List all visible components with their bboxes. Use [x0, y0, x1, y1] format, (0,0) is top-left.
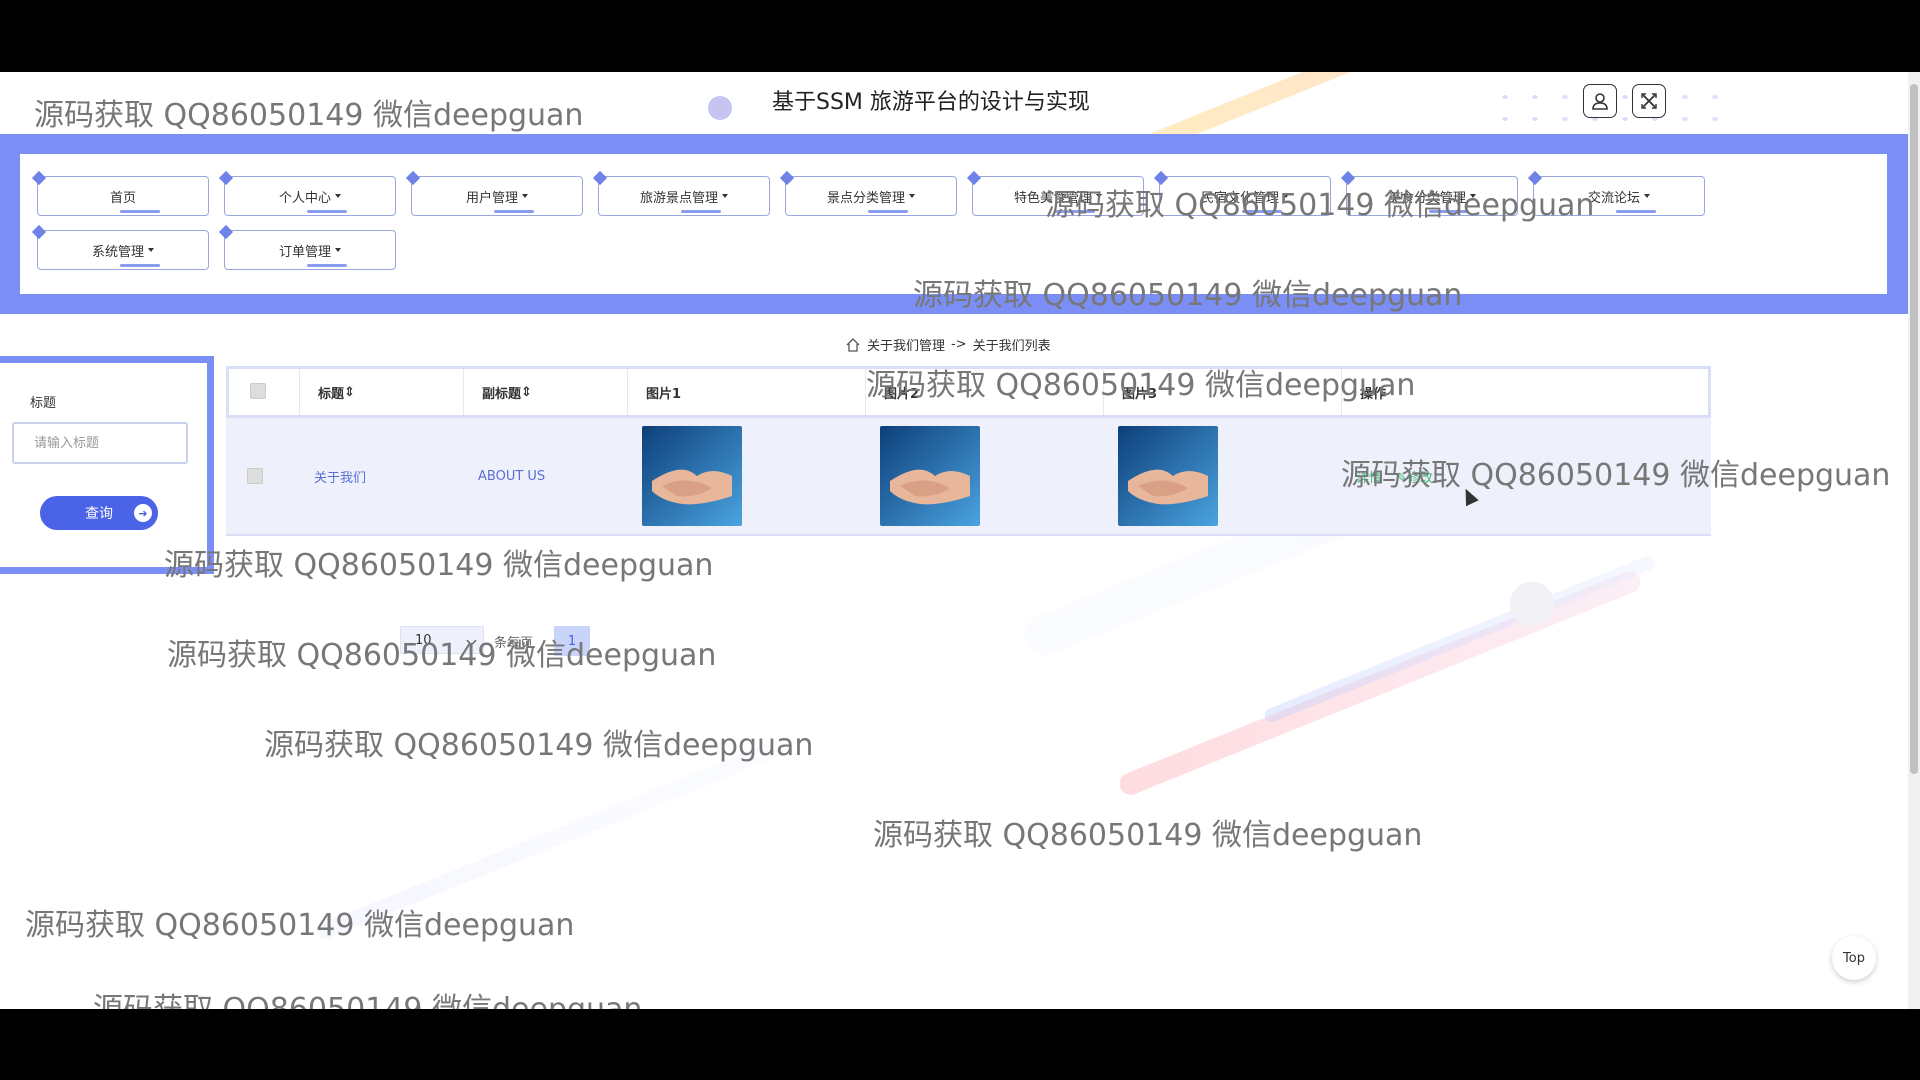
nav-item-label: 用户管理	[465, 190, 518, 206]
column-header-title[interactable]: 标题 ⇕	[299, 369, 463, 415]
chevron-down-icon	[466, 635, 477, 646]
nav-panel	[20, 154, 1887, 294]
row-checkbox[interactable]	[247, 468, 263, 484]
background-stripe	[1262, 553, 1658, 725]
cell-subtitle: ABOUT US	[478, 468, 546, 484]
nav-item[interactable]: 用户管理	[411, 176, 583, 216]
nav-item[interactable]: 系统管理	[37, 230, 209, 270]
close-button[interactable]	[1632, 84, 1666, 118]
handshake-photo[interactable]	[880, 426, 980, 526]
page-number-button[interactable]: 1	[554, 626, 590, 656]
breadcrumb: 关于我们管理 -> 关于我们列表	[845, 335, 1051, 354]
caret-down-icon	[722, 194, 728, 198]
column-header-actions: 操作	[1341, 369, 1708, 415]
nav-item-label: 系统管理	[91, 244, 144, 260]
query-button-label: 查询	[85, 506, 113, 522]
nav-item-label: 民宿文化管理	[1200, 190, 1279, 206]
nav-item-label: 订单管理	[278, 244, 331, 260]
caret-down-icon	[1470, 194, 1476, 198]
data-table: 标题 ⇕ 副标题 ⇕ 图片1 图片2 图片3 操作 关于我们 ABOUT US 详情…	[226, 366, 1711, 536]
cell-title: 关于我们	[314, 470, 367, 486]
nav-item-label: 特色美食管理	[1013, 190, 1092, 206]
watermark-text: 源码获取 QQ86050149 微信deepguan	[873, 818, 1423, 853]
handshake-photo[interactable]	[642, 426, 742, 526]
search-panel	[0, 356, 214, 574]
cell-actions: 详情 ✎修改	[1338, 418, 1705, 534]
nav-item[interactable]: 交流论坛	[1533, 176, 1705, 216]
nav-item-label: 交流论坛	[1587, 190, 1640, 206]
column-header-image3: 图片3	[1103, 369, 1341, 415]
background-circle	[1510, 582, 1554, 626]
caret-down-icon	[1283, 194, 1289, 198]
home-icon[interactable]	[845, 337, 861, 353]
watermark-text: 源码获取 QQ86050149 微信deepguan	[164, 548, 714, 583]
background-circle	[708, 96, 732, 120]
nav-item-label: 美食分类管理	[1387, 190, 1466, 206]
column-header-image1: 图片1	[627, 369, 865, 415]
caret-down-icon	[909, 194, 915, 198]
caret-down-icon	[1096, 194, 1102, 198]
caret-down-icon	[335, 194, 341, 198]
select-all-checkbox[interactable]	[250, 383, 266, 399]
nav-item-label: 旅游景点管理	[639, 190, 718, 206]
nav-item[interactable]: 旅游景点管理	[598, 176, 770, 216]
caret-down-icon	[335, 248, 341, 252]
table-row: 关于我们 ABOUT US 详情 ✎修改	[226, 418, 1711, 536]
breadcrumb-current: 关于我们列表	[972, 339, 1051, 354]
arrow-right-icon: ➜	[134, 504, 152, 522]
watermark-text: 源码获取 QQ86050149 微信deepguan	[25, 908, 575, 943]
vertical-scrollbar[interactable]	[1908, 72, 1920, 1009]
page-size-select[interactable]: 10	[400, 626, 484, 654]
nav-item-label: 景点分类管理	[826, 190, 905, 206]
cell-image2	[862, 418, 1100, 534]
close-icon	[1641, 93, 1657, 109]
search-input[interactable]	[12, 422, 188, 464]
caret-down-icon	[522, 194, 528, 198]
cell-image3	[1100, 418, 1338, 534]
app-window: 基于SSM 旅游平台的设计与实现 首页 个人中心 用户管理 旅游景点管理 景点分类管理 特…	[0, 72, 1920, 1009]
watermark-text: 源码获取 QQ86050149 微信deepguan	[93, 984, 642, 1009]
breadcrumb-parent[interactable]: 关于我们管理	[867, 335, 945, 354]
caret-down-icon	[148, 248, 154, 252]
nav-item[interactable]: 订单管理	[224, 230, 396, 270]
back-to-top-button[interactable]: Top	[1832, 936, 1876, 980]
edit-icon: ✎	[1396, 470, 1407, 486]
nav-item[interactable]: 首页	[37, 176, 209, 216]
nav-item[interactable]: 美食分类管理	[1346, 176, 1518, 216]
nav-item-label: 首页	[109, 190, 136, 206]
detail-action[interactable]: 详情	[1356, 467, 1382, 486]
background-stripe	[315, 738, 785, 942]
cell-image1	[624, 418, 862, 534]
user-icon	[1592, 93, 1608, 110]
per-page-label: 条每页	[494, 636, 534, 651]
column-header-image2: 图片2	[865, 369, 1103, 415]
scrollbar-thumb[interactable]	[1910, 84, 1918, 774]
watermark-text: 源码获取 QQ86050149 微信deepguan	[34, 98, 584, 133]
table-header: 标题 ⇕ 副标题 ⇕ 图片1 图片2 图片3 操作	[226, 366, 1711, 418]
edit-action[interactable]: ✎修改	[1396, 467, 1433, 486]
nav-item[interactable]: 民宿文化管理	[1159, 176, 1331, 216]
handshake-photo[interactable]	[1118, 426, 1218, 526]
column-header-subtitle[interactable]: 副标题 ⇕	[463, 369, 627, 415]
nav-item[interactable]: 景点分类管理	[785, 176, 957, 216]
nav-item-label: 个人中心	[278, 190, 331, 206]
search-label: 标题	[30, 396, 57, 411]
nav-item[interactable]: 特色美食管理	[972, 176, 1144, 216]
breadcrumb-separator: ->	[951, 337, 967, 352]
caret-down-icon	[1644, 194, 1650, 198]
user-button[interactable]	[1583, 84, 1617, 118]
query-button[interactable]: 查询 ➜	[40, 496, 158, 530]
nav-item[interactable]: 个人中心	[224, 176, 396, 216]
app-title: 基于SSM 旅游平台的设计与实现	[772, 90, 1090, 115]
